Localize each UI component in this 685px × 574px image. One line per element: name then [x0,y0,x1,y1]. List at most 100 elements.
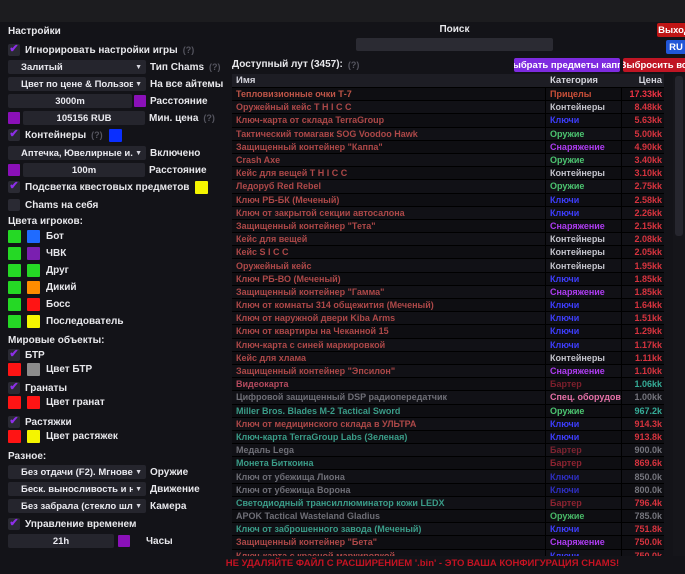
table-row[interactable]: Ключ от заброшенного завода (Меченый)Клю… [232,523,664,536]
player-color-swatch[interactable] [8,247,21,260]
table-row[interactable]: Защищенный контейнер "Каппа"Снаряжение4.… [232,141,664,154]
exit-button[interactable]: Выход [657,23,685,37]
help-icon[interactable]: (?) [348,60,360,70]
min-price-input[interactable]: 105156 RUB [23,111,145,125]
table-row[interactable]: Светодиодный трансиллюминатор кожи LEDXБ… [232,497,664,510]
table-row[interactable]: Crash AxeОружие3.40kk [232,154,664,167]
item-price: 4.90kk [621,141,664,153]
language-button[interactable]: RU [666,40,685,54]
grenade-color-swatch[interactable] [8,396,21,409]
player-color-swatch[interactable] [8,298,21,311]
table-row[interactable]: Ключ от закрытой секции автосалонаКлючи2… [232,207,664,220]
table-row[interactable]: Ключ от медицинского склада в УЛЬТРАКлюч… [232,418,664,431]
player-color-swatch[interactable] [27,230,40,243]
checkbox-grenades[interactable] [8,382,20,394]
search-input[interactable] [356,38,553,51]
table-row[interactable]: Кейс для хламаКонтейнеры1.11kk [232,352,664,365]
player-color-swatch[interactable] [8,264,21,277]
color-mode-dropdown[interactable]: Цвет по цене & Пользователь ▼ [8,77,146,91]
table-row[interactable]: Ключ-карта TerraGroup Labs (Зеленая)Ключ… [232,431,664,444]
column-header-name[interactable]: Имя [232,75,546,86]
checkbox-time-control[interactable] [8,518,20,530]
player-color-swatch[interactable] [27,264,40,277]
drop-all-button[interactable]: Выбросить все [623,58,685,72]
table-row[interactable]: Miller Bros. Blades M-2 Tactical SwordОр… [232,405,664,418]
checkbox-containers[interactable] [8,129,20,141]
camera-dropdown[interactable]: Без забрала (стекло шлема) ▼ [8,499,146,513]
distance-color-swatch[interactable] [134,95,146,107]
table-row[interactable]: Тактический томагавк SOG Voodoo HawkОруж… [232,128,664,141]
help-icon[interactable]: (?) [209,62,221,72]
column-header-category[interactable]: Категория [546,75,622,86]
table-row[interactable]: Медаль LegaБартер900.0k [232,444,664,457]
ignore-game-settings-row[interactable]: Игнорировать настройки игры (?) [8,43,234,57]
column-header-price[interactable]: Цена [622,75,664,86]
table-row[interactable]: Кейс для вещей T H I C CКонтейнеры3.10kk [232,167,664,180]
help-icon[interactable]: (?) [203,113,215,123]
table-row[interactable]: Тепловизионные очки Т-7Прицелы17.33kk [232,88,664,101]
item-category: Снаряжение [545,536,621,548]
hours-color-swatch[interactable] [118,535,130,547]
table-row[interactable]: Ключ от квартиры на Чеканной 15Ключи1.29… [232,325,664,338]
player-color-swatch[interactable] [27,281,40,294]
table-row[interactable]: Ключ-карта с синей маркировкойКлючи1.17k… [232,339,664,352]
player-color-swatch[interactable] [27,315,40,328]
player-color-swatch[interactable] [8,230,21,243]
grenade-color-swatch[interactable] [27,396,40,409]
player-color-swatch[interactable] [27,298,40,311]
player-color-row: Босс [8,297,234,311]
table-row[interactable]: Цифровой защищенный DSP радиопередатчикС… [232,391,664,404]
help-icon[interactable]: (?) [91,130,103,140]
table-row[interactable]: Ключ-карта от склада TerraGroupКлючи5.63… [232,114,664,127]
checkbox-ignore-game[interactable] [8,44,20,56]
meds-dropdown[interactable]: Аптечка, Ювелирные и... ▼ [8,146,146,160]
tripwire-color-swatch[interactable] [27,430,40,443]
table-row[interactable]: Ключ РБ-ВО (Меченый)Ключи1.85kk [232,273,664,286]
btr-color-swatch[interactable] [8,363,21,376]
distance2-color-swatch[interactable] [8,164,20,176]
checkbox-quest-items[interactable] [8,181,20,193]
table-row[interactable]: Ключ от убежища ЛионаКлючи850.0k [232,470,664,483]
scrollbar-thumb[interactable] [675,76,683,236]
containers-color-swatch[interactable] [109,129,122,142]
table-row[interactable]: Ключ от наружной двери Kiba ArmsКлючи1.5… [232,312,664,325]
movement-dropdown[interactable]: Беск. выносливость и нет уста ▼ [8,482,146,496]
distance2-input[interactable]: 100m [23,163,145,177]
table-row[interactable]: Кейс для вещейКонтейнеры2.08kk [232,233,664,246]
table-row[interactable]: Монета БиткоинаБартер869.6k [232,457,664,470]
weapon-dropdown[interactable]: Без отдачи (F2). Мгновенное п ▼ [8,465,146,479]
table-row[interactable]: Защищенный контейнер "Эпсилон"Снаряжение… [232,365,664,378]
table-row[interactable]: Оружейный кейсКонтейнеры1.95kk [232,259,664,272]
player-color-swatch[interactable] [8,281,21,294]
table-row[interactable]: Оружейный кейс T H I C CКонтейнеры8.48kk [232,101,664,114]
quest-items-color-swatch[interactable] [195,181,208,194]
help-icon[interactable]: (?) [183,45,195,55]
item-name: Ключ РБ-ВО (Меченый) [232,274,545,284]
table-row[interactable]: Защищенный контейнер "Гамма"Снаряжение1.… [232,286,664,299]
table-row[interactable]: Ключ РБ-БК (Меченый)Ключи2.58kk [232,194,664,207]
table-row[interactable]: Ключ от комнаты 314 общежития (Меченый)К… [232,299,664,312]
min-price-color-swatch[interactable] [8,112,20,124]
checkbox-btr[interactable] [8,349,20,361]
tripwire-color-swatch[interactable] [8,430,21,443]
checkbox-tripwires[interactable] [8,416,20,428]
table-row[interactable]: APOK Tactical Wasteland GladiusОружие785… [232,510,664,523]
table-row[interactable]: Защищенный контейнер "Бета"Снаряжение750… [232,536,664,549]
table-row[interactable]: Кейс S I C CКонтейнеры2.05kk [232,246,664,259]
hours-input[interactable]: 21h [8,534,114,548]
table-row[interactable]: Ледоруб Red RebelОружие2.75kk [232,180,664,193]
checkbox-chams-self[interactable] [8,199,20,211]
item-name: Ключ-карта TerraGroup Labs (Зеленая) [232,432,545,442]
distance-input[interactable]: 3000m [8,94,132,108]
scrollbar[interactable] [673,74,685,556]
btr-color-swatch[interactable] [27,363,40,376]
player-color-swatch[interactable] [27,247,40,260]
table-row[interactable]: Ключ от убежища ВоронаКлючи800.0k [232,484,664,497]
table-row[interactable]: ВидеокартаБартер1.06kk [232,378,664,391]
player-color-swatch[interactable] [8,315,21,328]
chams-type-dropdown[interactable]: Залитый ▼ [8,60,146,74]
containers-label: Контейнеры [25,130,86,141]
select-kappa-button[interactable]: Выбрать предметы каппа [514,58,620,72]
table-row[interactable]: Защищенный контейнер "Тета"Снаряжение2.1… [232,220,664,233]
item-category: Оружие [545,128,621,140]
